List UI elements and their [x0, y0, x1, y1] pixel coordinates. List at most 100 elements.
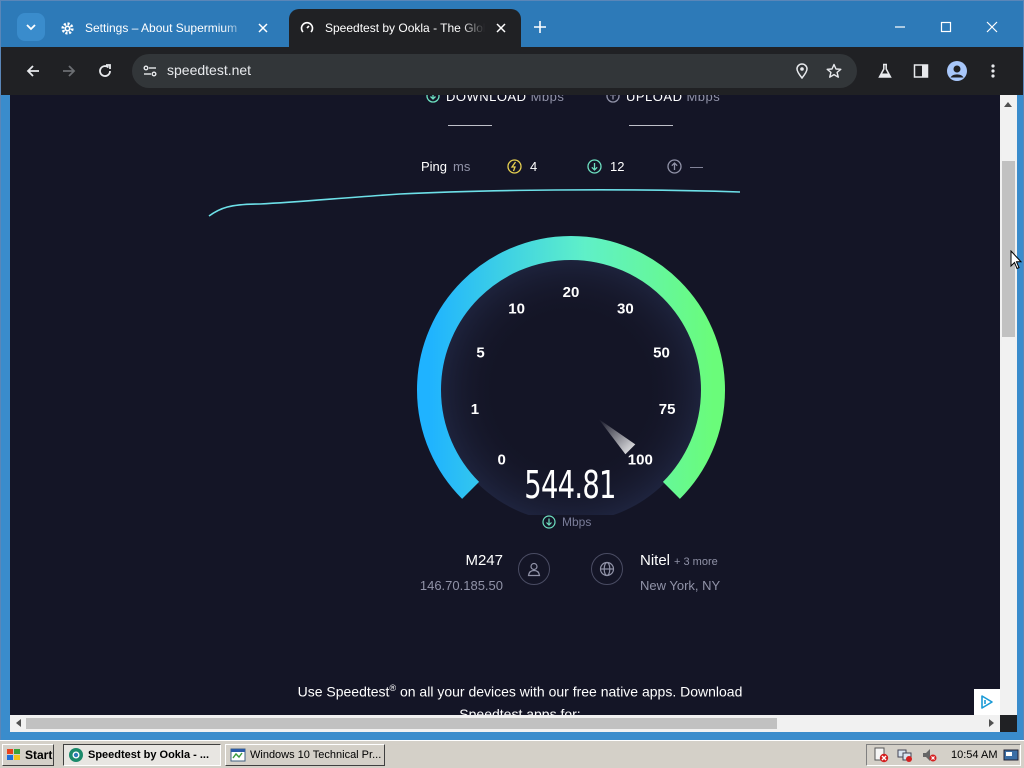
close-window-button[interactable] — [969, 9, 1015, 45]
window-app-icon — [230, 748, 246, 762]
download-heading: DOWNLOAD Mbps — [426, 95, 564, 104]
upload-heading: UPLOAD Mbps — [606, 95, 720, 104]
upload-underline — [629, 125, 673, 126]
close-icon[interactable] — [253, 18, 273, 38]
gauge-label-75: 75 — [659, 401, 676, 418]
gauge-label-1: 1 — [471, 401, 479, 418]
gauge-label-30: 30 — [617, 301, 634, 318]
globe-icon[interactable] — [591, 553, 623, 585]
current-speed: 544.81 — [524, 463, 616, 507]
upload-icon — [606, 95, 620, 103]
plus-icon — [534, 21, 546, 33]
taskbar-item-speedtest[interactable]: Speedtest by Ookla - ... — [63, 744, 221, 766]
vertical-scrollbar[interactable] — [1000, 95, 1017, 715]
url-text[interactable]: speedtest.net — [167, 62, 251, 78]
server-more[interactable]: + 3 more — [674, 556, 718, 568]
latency-idle-icon — [507, 159, 522, 174]
taskbar: Start Speedtest by Ookla - ... Windows 1… — [0, 740, 1024, 768]
reload-button[interactable] — [91, 57, 119, 85]
tab-search-button[interactable] — [17, 13, 45, 41]
side-panel-icon — [913, 64, 929, 78]
supermium-icon — [69, 748, 83, 762]
promo-post: on all your devices with our free native… — [396, 683, 743, 715]
promo-text: Use Speedtest® on all your devices with … — [270, 677, 770, 715]
download-icon — [542, 515, 556, 529]
site-info-icon[interactable] — [138, 59, 162, 83]
tab-settings[interactable]: Settings – About Supermium — [49, 9, 283, 47]
ping-download: 12 — [587, 159, 624, 174]
profile-button[interactable] — [943, 57, 971, 85]
download-icon — [426, 95, 440, 103]
horizontal-scroll-thumb[interactable] — [26, 718, 777, 729]
maximize-button[interactable] — [923, 9, 969, 45]
latency-download-icon — [587, 159, 602, 174]
start-button[interactable]: Start — [2, 744, 54, 766]
mouse-cursor-icon — [1010, 250, 1022, 270]
taskbar-item-label: Speedtest by Ookla - ... — [88, 749, 210, 761]
tab-speedtest[interactable]: Speedtest by Ookla - The Global Broadban… — [289, 9, 521, 47]
user-icon — [518, 553, 550, 585]
gauge-label-5: 5 — [476, 345, 484, 362]
download-unit: Mbps — [530, 95, 565, 104]
bookmark-star-icon[interactable] — [823, 60, 845, 82]
scroll-left-arrow-icon[interactable] — [11, 716, 25, 730]
gear-icon — [59, 20, 75, 36]
window-frame-left — [1, 95, 10, 741]
horizontal-scrollbar[interactable] — [10, 715, 1000, 732]
minimize-icon — [895, 26, 905, 28]
menu-button[interactable] — [979, 57, 1007, 85]
speed-graph — [208, 189, 741, 217]
gauge-label-10: 10 — [508, 301, 525, 318]
tab-strip: Settings – About Supermium Speedtest by … — [1, 1, 1023, 47]
isp-name: M247 — [465, 552, 503, 569]
ping-heading: Ping ms — [421, 159, 470, 174]
new-tab-button[interactable] — [529, 16, 551, 38]
more-vert-icon — [991, 64, 995, 78]
close-icon[interactable] — [491, 18, 511, 38]
ping-download-value: 12 — [610, 159, 625, 174]
taskbar-item-label: Windows 10 Technical Pr... — [250, 749, 382, 761]
speed-unit: Mbps — [542, 515, 591, 529]
clock[interactable]: 10:54 AM — [951, 749, 997, 761]
back-button[interactable] — [19, 57, 47, 85]
ad-choices-icon[interactable] — [974, 689, 1000, 715]
arrow-right-icon — [63, 65, 76, 77]
gauge-label-20: 20 — [563, 284, 580, 301]
server-name-label: Nitel — [640, 552, 671, 569]
server-name[interactable]: Nitel + 3 more — [640, 552, 718, 569]
windows-logo-icon — [7, 749, 20, 760]
speed-unit-label: Mbps — [562, 515, 592, 529]
security-alert-icon[interactable] — [873, 747, 889, 763]
tab-title: Speedtest by Ookla - The Global Broadban… — [325, 21, 485, 35]
network-icon[interactable] — [897, 747, 913, 763]
address-bar[interactable]: speedtest.net — [132, 54, 857, 88]
speedtest-page: DOWNLOADMbps UPLOADMbps Ping ms 4 12 — — [10, 95, 1000, 715]
forward-button[interactable] — [55, 57, 83, 85]
vertical-scroll-thumb[interactable] — [1002, 161, 1015, 337]
side-panel-button[interactable] — [907, 57, 935, 85]
promo-pre: Use Speedtest — [297, 683, 390, 700]
scroll-right-arrow-icon[interactable] — [985, 716, 999, 730]
window-frame-right — [1017, 95, 1023, 741]
upload-unit: Mbps — [686, 95, 721, 104]
taskbar-item-windows10[interactable]: Windows 10 Technical Pr... — [225, 744, 385, 766]
system-tray: 10:54 AM — [866, 744, 1021, 766]
reload-icon — [99, 64, 111, 77]
scroll-up-arrow-icon[interactable] — [1001, 97, 1015, 111]
ping-idle: 4 — [507, 159, 537, 174]
speedtest-icon — [299, 20, 315, 36]
chevron-down-icon — [26, 24, 36, 31]
labs-button[interactable] — [871, 57, 899, 85]
arrow-left-icon — [26, 65, 39, 77]
server-location: New York, NY — [640, 578, 721, 593]
isp-ip: 146.70.185.50 — [419, 578, 503, 593]
show-desktop-icon[interactable] — [1003, 747, 1019, 763]
location-icon[interactable] — [791, 60, 813, 82]
ping-label: Ping — [421, 159, 448, 174]
minimize-button[interactable] — [877, 9, 923, 45]
browser-toolbar: speedtest.net — [1, 47, 1023, 95]
maximize-icon — [940, 21, 952, 33]
close-icon — [986, 21, 998, 33]
volume-muted-icon[interactable] — [921, 747, 937, 763]
ping-upload: — — [667, 159, 703, 174]
